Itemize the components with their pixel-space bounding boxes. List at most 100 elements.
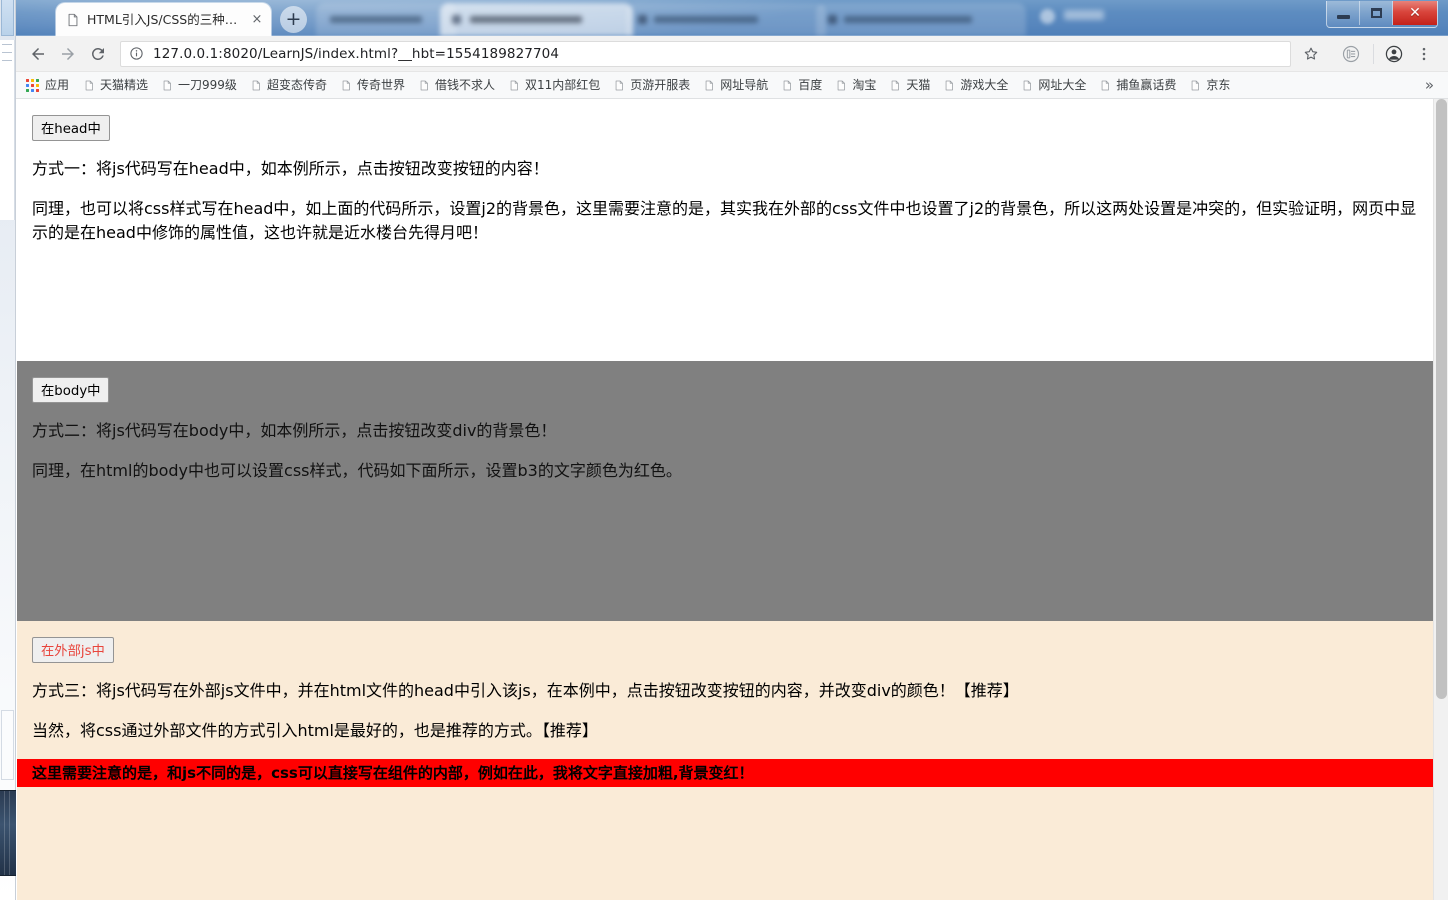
bookmark-item[interactable]: 借钱不求人 bbox=[412, 75, 502, 95]
chrome-menu-button[interactable] bbox=[1410, 40, 1438, 68]
background-window-panel bbox=[0, 40, 15, 220]
page-scrollbar[interactable] bbox=[1433, 99, 1448, 900]
bookmark-page-icon bbox=[163, 80, 171, 90]
toolbar-right-icons bbox=[1297, 40, 1440, 68]
demo-button-in-head[interactable]: 在head中 bbox=[32, 115, 110, 141]
highlight-note-in-external-js: 这里需要注意的是，和js不同的是，css可以直接写在组件的内部，例如在此，我将文… bbox=[16, 759, 1448, 787]
bookmark-item[interactable]: 百度 bbox=[775, 75, 829, 95]
chrome-menu-icon bbox=[1422, 47, 1426, 60]
bookmark-item[interactable]: 网址大全 bbox=[1015, 75, 1093, 95]
page-section-in-head: 在head中方式一：将js代码写在head中，如本例所示，点击按钮改变按钮的内容… bbox=[16, 99, 1448, 361]
page-section-in-body: 在body中方式二：将js代码写在body中，如本例所示，点击按钮改变div的背… bbox=[16, 361, 1448, 621]
bookmark-page-icon bbox=[342, 80, 350, 90]
bookmark-page-icon bbox=[252, 80, 260, 90]
bookmark-item[interactable]: 网址导航 bbox=[697, 75, 775, 95]
background-window-text bbox=[2, 240, 14, 300]
paragraph-in-head-1: 方式一：将js代码写在head中，如本例所示，点击按钮改变按钮的内容！ bbox=[32, 159, 549, 178]
paragraph-in-body-1: 方式二：将js代码写在body中，如本例所示，点击按钮改变div的背景色！ bbox=[32, 421, 557, 440]
maximize-button[interactable] bbox=[1360, 1, 1393, 25]
bookmark-page-icon bbox=[946, 80, 954, 90]
bookmark-item[interactable]: 天猫精选 bbox=[77, 75, 155, 95]
bookmark-item-label: 天猫精选 bbox=[100, 78, 149, 92]
bookmark-item[interactable]: 捕鱼赢话费 bbox=[1093, 75, 1183, 95]
minimize-icon bbox=[1336, 15, 1350, 19]
demo-button-in-external-js[interactable]: 在外部js中 bbox=[32, 637, 114, 663]
bookmark-page-icon bbox=[837, 80, 846, 90]
star-icon bbox=[1304, 47, 1318, 60]
minimize-button[interactable] bbox=[1327, 1, 1360, 25]
page-content: 在head中方式一：将js代码写在head中，如本例所示，点击按钮改变按钮的内容… bbox=[16, 99, 1448, 900]
bookmark-item[interactable]: 游戏大全 bbox=[937, 75, 1015, 95]
back-arrow-icon bbox=[32, 47, 44, 60]
demo-button-in-body[interactable]: 在body中 bbox=[32, 377, 110, 403]
close-icon: ✕ bbox=[1409, 5, 1421, 21]
forward-button[interactable] bbox=[54, 40, 82, 68]
bookmarks-overflow-button[interactable]: » bbox=[1417, 78, 1442, 93]
apps-grid-icon bbox=[26, 78, 39, 92]
bookmark-apps-label: 应用 bbox=[45, 78, 70, 92]
bookmark-list: 天猫精选 一刀999级 超变态传奇 传奇世界 借钱不求人 双11内部红包 页游开服表 网址导航… bbox=[77, 75, 1237, 95]
background-window-taskbar bbox=[0, 790, 16, 876]
bookmark-item-label: 借钱不求人 bbox=[434, 78, 495, 92]
profile-avatar-icon bbox=[1385, 45, 1403, 62]
tab-active[interactable]: HTML引入JS/CSS的三种方式 × bbox=[56, 3, 271, 36]
bookmark-item[interactable]: 页游开服表 bbox=[607, 75, 697, 95]
bookmark-item-label: 页游开服表 bbox=[630, 78, 691, 92]
bookmark-item[interactable]: 淘宝 bbox=[829, 75, 883, 95]
bookmark-page-icon bbox=[85, 80, 93, 90]
bookmark-item-label: 双11内部红包 bbox=[524, 78, 601, 92]
info-circle-icon[interactable] bbox=[129, 46, 145, 61]
bookmark-item[interactable]: 超变态传奇 bbox=[244, 75, 334, 95]
bookmark-page-icon bbox=[1102, 80, 1110, 90]
profile-button[interactable] bbox=[1380, 40, 1408, 68]
page-left-edge bbox=[16, 99, 17, 900]
browser-window: HTML引入JS/CSS的三种方式 × + ✕ 127.0.0.1:8020/L… bbox=[16, 0, 1448, 900]
bookmark-item[interactable]: 天猫 bbox=[883, 75, 937, 95]
bookmark-page-icon bbox=[892, 80, 900, 90]
tab-close-icon[interactable]: × bbox=[249, 12, 265, 28]
bookmark-item-label: 传奇世界 bbox=[356, 78, 405, 92]
url-text[interactable]: 127.0.0.1:8020/LearnJS/index.html?__hbt=… bbox=[153, 46, 1264, 62]
bookmark-item-label: 一刀999级 bbox=[178, 78, 237, 92]
bookmark-star-button[interactable] bbox=[1297, 40, 1325, 68]
address-bar[interactable]: 127.0.0.1:8020/LearnJS/index.html?__hbt=… bbox=[120, 40, 1291, 67]
bookmark-page-icon bbox=[1024, 80, 1032, 90]
bookmark-item[interactable]: 双11内部红包 bbox=[502, 75, 607, 95]
page-section-in-external-js: 在外部js中 方式三：将js代码写在外部js文件中，并在html文件的head中引… bbox=[16, 621, 1448, 900]
bookmark-page-icon bbox=[510, 80, 518, 90]
new-tab-button[interactable]: + bbox=[280, 6, 307, 33]
bookmark-item[interactable]: 一刀999级 bbox=[155, 75, 244, 95]
ghost-tab-3 bbox=[626, 3, 826, 36]
bookmark-page-icon bbox=[705, 80, 714, 90]
ghost-tab-4 bbox=[816, 3, 1026, 36]
background-window-titlebar bbox=[1, 0, 14, 36]
back-button[interactable] bbox=[24, 40, 52, 68]
bookmark-page-icon bbox=[615, 80, 624, 90]
reload-icon bbox=[91, 47, 104, 60]
paragraph-in-body-2: 同理，在html的body中也可以设置css样式，代码如下面所示，设置b3的文字… bbox=[32, 461, 682, 480]
bookmark-item-label: 京东 bbox=[1206, 78, 1231, 92]
browser-toolbar: 127.0.0.1:8020/LearnJS/index.html?__hbt=… bbox=[16, 36, 1448, 72]
bookmark-item[interactable]: 京东 bbox=[1183, 75, 1237, 95]
bookmark-item-label: 网址导航 bbox=[720, 78, 769, 92]
bookmark-apps-button[interactable]: 应用 bbox=[22, 76, 75, 94]
bookmark-page-icon bbox=[1192, 80, 1200, 90]
forward-arrow-icon bbox=[62, 47, 74, 60]
page-scrollbar-thumb[interactable] bbox=[1436, 99, 1447, 699]
maximize-icon bbox=[1370, 8, 1382, 18]
extension-button[interactable] bbox=[1337, 40, 1365, 68]
screen: HTML引入JS/CSS的三种方式 × + ✕ 127.0.0.1:8020/L… bbox=[0, 0, 1448, 900]
ghost-tab-5 bbox=[1064, 10, 1104, 20]
ghost-tab-5-icon bbox=[1040, 9, 1055, 24]
reload-button[interactable] bbox=[84, 40, 112, 68]
window-controls: ✕ bbox=[1326, 1, 1438, 28]
tab-title: HTML引入JS/CSS的三种方式 bbox=[87, 12, 245, 27]
bookmark-item-label: 百度 bbox=[798, 78, 823, 92]
close-button[interactable]: ✕ bbox=[1393, 1, 1437, 25]
background-window-lower-panel bbox=[1, 710, 14, 780]
bookmark-item-label: 淘宝 bbox=[852, 78, 877, 92]
extension-icon bbox=[1342, 45, 1360, 62]
bookmark-item-label: 天猫 bbox=[906, 78, 931, 92]
bookmark-item-label: 游戏大全 bbox=[960, 78, 1009, 92]
bookmark-item[interactable]: 传奇世界 bbox=[334, 75, 412, 95]
